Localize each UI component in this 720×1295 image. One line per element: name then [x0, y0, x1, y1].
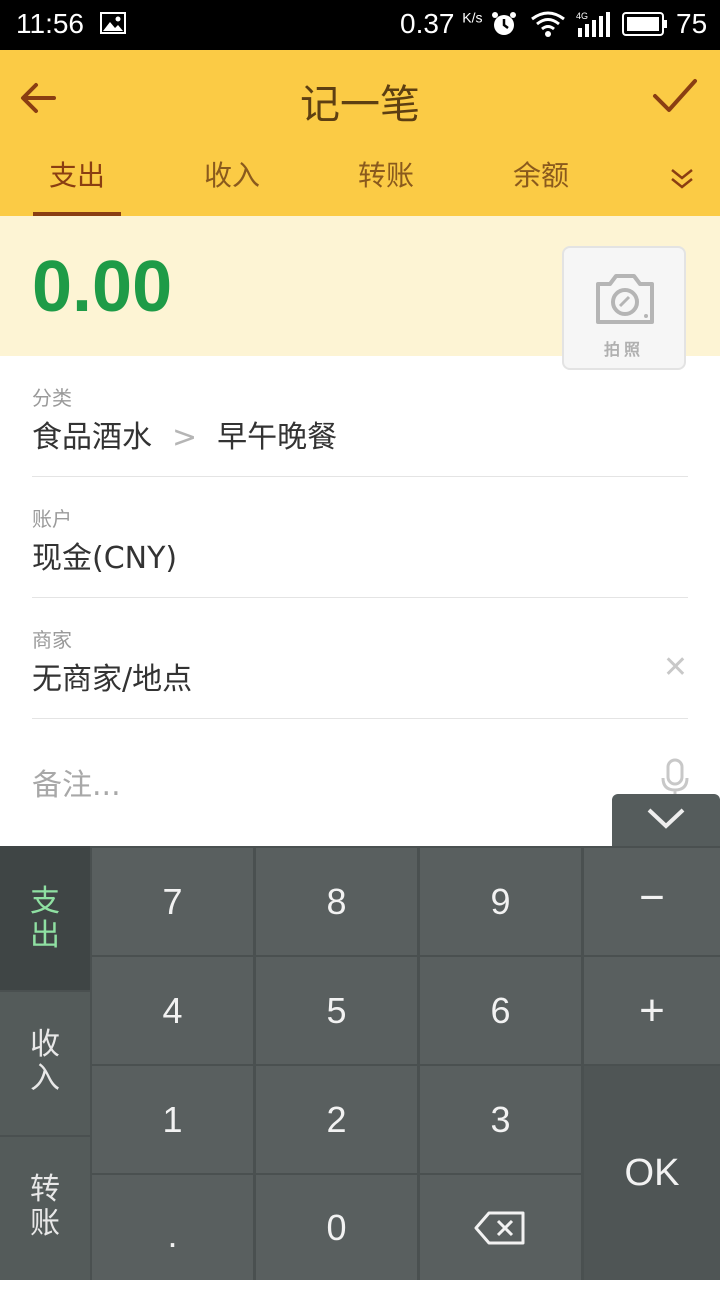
merchant-row[interactable]: 商家 无商家/地点 ✕ — [32, 598, 688, 719]
amount-display[interactable]: 0.00 — [32, 246, 172, 328]
category-label: 分类 — [32, 386, 72, 410]
network-speed: 0.37 K/s — [400, 8, 483, 39]
key-7[interactable]: 7 — [92, 848, 253, 955]
tab-income[interactable]: 收入 — [177, 156, 287, 196]
backspace-key[interactable] — [420, 1175, 581, 1280]
tab-expense[interactable]: 支出 — [22, 156, 132, 196]
battery-level: 75 — [676, 8, 708, 39]
image-notification-icon — [100, 12, 126, 34]
tab-balance[interactable]: 余额 — [486, 156, 596, 196]
chevron-down-icon — [647, 808, 685, 829]
number-keypad: 支出 收入 转账 7 8 9 − 4 5 6 + 1 2 3 OK . 0 — [0, 846, 720, 1280]
microphone-icon[interactable] — [660, 758, 690, 798]
key-6[interactable]: 6 — [420, 957, 581, 1064]
keypad-mode-income[interactable]: 收入 — [0, 992, 90, 1135]
account-value: 现金(CNY) — [32, 541, 178, 576]
key-3[interactable]: 3 — [420, 1066, 581, 1173]
tab-transfer[interactable]: 转账 — [331, 156, 441, 196]
type-tabs: 支出 收入 转账 余额 — [0, 156, 720, 216]
key-minus[interactable]: − — [584, 848, 720, 955]
keypad-mode-transfer[interactable]: 转账 — [0, 1137, 90, 1280]
double-chevron-down-icon[interactable] — [668, 166, 696, 190]
svg-text:4G: 4G — [576, 11, 588, 21]
key-plus[interactable]: + — [584, 957, 720, 1064]
clear-icon[interactable]: ✕ — [663, 650, 688, 685]
category-value: 食品酒水 > 早午晚餐 — [32, 420, 338, 455]
account-row[interactable]: 账户 现金(CNY) — [32, 477, 688, 598]
wifi-icon — [531, 11, 565, 37]
app-header: 记一笔 支出 收入 转账 余额 — [0, 50, 720, 216]
collapse-keypad-button[interactable] — [612, 794, 720, 846]
key-4[interactable]: 4 — [92, 957, 253, 1064]
battery-icon — [622, 12, 667, 36]
camera-icon — [596, 274, 654, 324]
merchant-value: 无商家/地点 — [32, 662, 193, 697]
key-0[interactable]: 0 — [256, 1175, 417, 1280]
account-label: 账户 — [32, 507, 72, 531]
photo-button[interactable]: 拍照 — [562, 246, 686, 370]
merchant-label: 商家 — [32, 628, 72, 652]
page-title: 记一笔 — [300, 82, 420, 128]
backspace-icon — [474, 1211, 525, 1245]
key-9[interactable]: 9 — [420, 848, 581, 955]
key-2[interactable]: 2 — [256, 1066, 417, 1173]
chevron-right-icon: > — [172, 420, 198, 455]
key-8[interactable]: 8 — [256, 848, 417, 955]
key-5[interactable]: 5 — [256, 957, 417, 1064]
ok-button[interactable]: OK — [584, 1066, 720, 1280]
status-time: 11:56 — [16, 8, 84, 39]
key-1[interactable]: 1 — [92, 1066, 253, 1173]
keypad-mode-expense[interactable]: 支出 — [0, 846, 90, 990]
confirm-check-icon[interactable] — [652, 76, 698, 116]
key-dot[interactable]: . — [92, 1175, 253, 1280]
alarm-icon — [492, 12, 516, 35]
status-bar: 11:56 0.37 K/s 4G 75 — [0, 0, 720, 50]
note-input[interactable]: 备注... — [32, 760, 121, 804]
signal-icon: 4G — [576, 11, 610, 37]
category-row[interactable]: 分类 食品酒水 > 早午晚餐 — [32, 356, 688, 477]
